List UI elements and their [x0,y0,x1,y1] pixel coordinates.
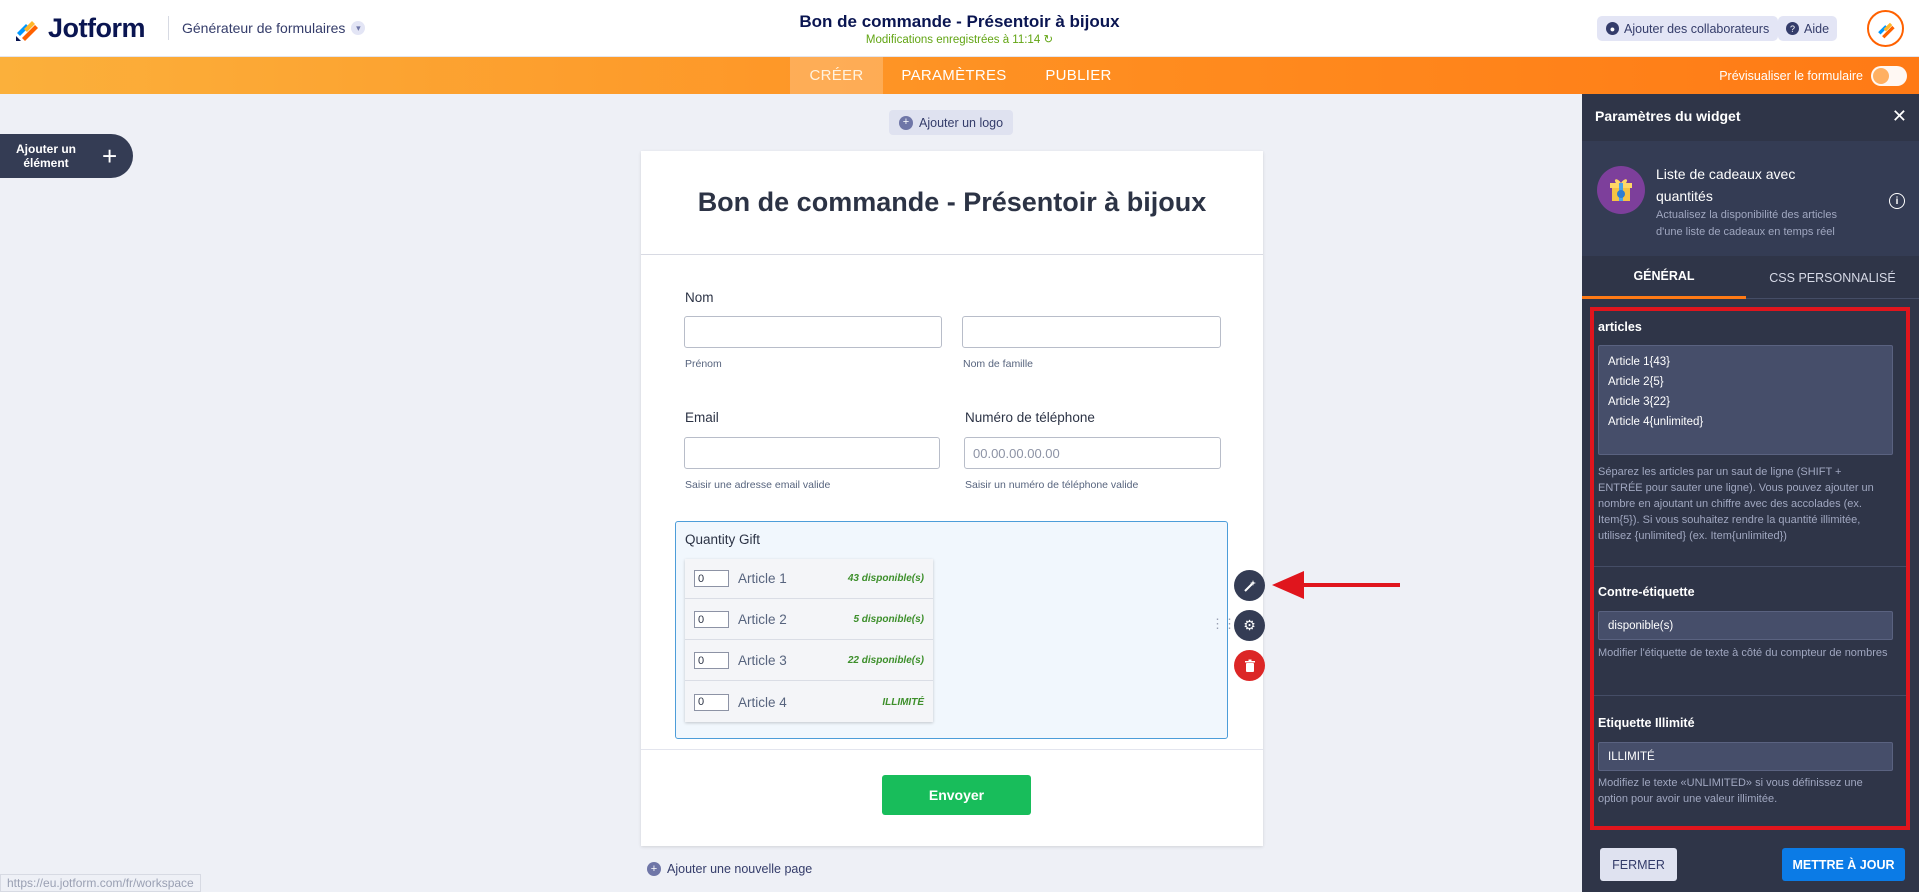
quantity-input[interactable]: 0 [694,570,729,587]
save-status-text: Modifications enregistrées à 11:14 [865,34,1041,46]
gift-icon [1597,166,1645,214]
plus-icon: + [102,140,118,171]
builder-menu[interactable]: Générateur de formulaires ▾ [182,20,366,36]
red-arrow-annotation [1272,571,1400,599]
chevron-down-icon: ▾ [351,21,366,35]
divider [168,16,169,40]
tab-custom-css[interactable]: CSS PERSONNALISÉ [1746,256,1919,299]
preview-toggle[interactable] [1871,66,1907,86]
phone-sublabel: Saisir un numéro de téléphone valide [965,479,1139,491]
tab-general[interactable]: GÉNÉRAL [1582,256,1746,299]
help-button[interactable]: ? Aide [1778,16,1838,41]
jotform-logo[interactable]: Jotform [14,13,146,44]
add-page-label: Ajouter une nouvelle page [667,862,813,876]
email-field[interactable] [684,437,940,469]
add-element-button[interactable]: Ajouter un élément + [0,134,133,178]
user-avatar[interactable] [1867,10,1904,47]
drag-handle-icon[interactable]: ⋮⋮ [1211,617,1236,630]
list-item: 0 Article 1 43 disponible(s) [685,559,933,599]
availability-label: 43 disponible(s) [847,573,924,584]
name-label: Nom [685,290,714,305]
magic-wand-icon [1243,579,1256,592]
delete-button[interactable] [1234,650,1265,681]
widget-title: Quantity Gift [685,532,761,547]
gift-name: Article 4 [738,694,787,710]
plus-circle-icon: + [647,862,661,876]
add-element-label: Ajouter un élément [16,142,76,170]
panel-tabs: GÉNÉRAL CSS PERSONNALISÉ [1582,256,1919,299]
quantity-gift-widget[interactable]: Quantity Gift 0 Article 1 43 disponible(… [675,521,1228,739]
plus-circle-icon: + [899,115,913,130]
jotform-logo-icon [16,20,38,41]
form-title[interactable]: Bon de commande - Présentoir à bijoux [641,187,1263,218]
list-item: 0 Article 4 ILLIMITÉ [685,682,933,722]
panel-title: Paramètres du widget [1595,108,1741,124]
availability-label: 5 disponible(s) [853,614,924,625]
quantity-input[interactable]: 0 [694,652,729,669]
red-highlight-box [1590,307,1910,830]
tab-publish[interactable]: PUBLIER [1035,57,1122,94]
builder-label: Générateur de formulaires [182,20,346,36]
magic-wand-button[interactable] [1234,570,1265,601]
phone-field[interactable]: 00.00.00.00.00 [964,437,1221,469]
gift-name: Article 3 [738,653,787,668]
settings-button[interactable]: ⚙ [1234,610,1265,641]
email-label: Email [685,410,719,425]
gift-list: 0 Article 1 43 disponible(s) 0 Article 2… [685,559,933,722]
add-logo-label: Ajouter un logo [919,115,1004,130]
divider [641,749,1263,750]
close-button[interactable]: FERMER [1600,848,1677,881]
tab-settings[interactable]: PARAMÈTRES [893,57,1015,94]
add-collaborators-button[interactable]: ● Ajouter des collaborateurs [1597,16,1779,41]
avatar-logo-icon [1877,22,1895,38]
submit-button[interactable]: Envoyer [882,775,1031,815]
first-name-field[interactable] [684,316,942,348]
preview-label: Prévisualiser le formulaire [1719,69,1863,83]
availability-label: ILLIMITÉ [882,696,924,708]
help-icon: ? [1786,22,1799,35]
trash-icon [1244,659,1255,672]
tab-create[interactable]: CRÉER [790,57,883,94]
widget-description: Liste de cadeaux avec quantités Actualis… [1582,141,1919,256]
email-sublabel: Saisir une adresse email valide [685,479,831,491]
info-icon[interactable]: i [1889,193,1905,209]
last-name-field[interactable] [962,316,1221,348]
last-name-sublabel: Nom de famille [963,358,1034,370]
gear-icon: ⚙ [1243,617,1256,633]
top-bar: Jotform Générateur de formulaires ▾ Bon … [0,0,1919,57]
list-item: 0 Article 2 5 disponible(s) [685,600,933,640]
builder-nav: CRÉER PARAMÈTRES PUBLIER Prévisualiser l… [0,57,1919,94]
quantity-input[interactable]: 0 [694,693,729,711]
refresh-icon: ↻ [1043,34,1054,46]
user-icon: ● [1606,22,1619,35]
availability-label: 22 disponible(s) [847,655,924,666]
list-item: 0 Article 3 22 disponible(s) [685,641,933,681]
form-card: Bon de commande - Présentoir à bijoux No… [641,151,1263,846]
first-name-sublabel: Prénom [685,358,722,370]
preview-form-control[interactable]: Prévisualiser le formulaire [1719,66,1907,86]
logo-text: Jotform [48,13,146,43]
widget-subtitle: Actualisez la disponibilité des articles… [1656,209,1837,238]
quantity-input[interactable]: 0 [694,611,729,628]
close-icon[interactable]: ✕ [1892,106,1907,127]
add-collaborators-label: Ajouter des collaborateurs [1624,21,1770,36]
update-button[interactable]: METTRE À JOUR [1782,848,1905,881]
widget-name: Liste de cadeaux avec quantités [1656,166,1796,204]
add-logo-button[interactable]: + Ajouter un logo [889,110,1014,135]
add-page-button[interactable]: + Ajouter une nouvelle page [647,862,812,876]
gift-name: Article 2 [738,612,787,627]
divider [641,254,1263,255]
status-bar-url: https://eu.jotform.com/fr/workspace [0,874,201,892]
phone-label: Numéro de téléphone [965,410,1095,425]
phone-placeholder: 00.00.00.00.00 [973,445,1060,461]
help-label: Aide [1804,21,1830,36]
gift-name: Article 1 [738,571,787,586]
